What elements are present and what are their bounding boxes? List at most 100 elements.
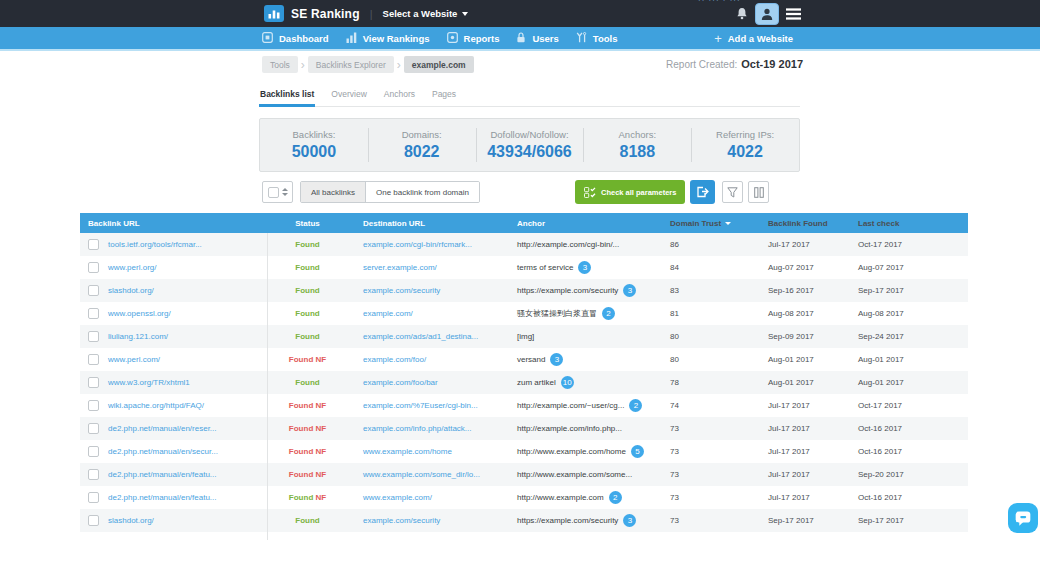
- anchor-count-badge: 3: [578, 261, 591, 274]
- backlink-found-date: Sep-16 2017: [760, 286, 850, 295]
- destination-url-link[interactable]: www.example.com/: [363, 493, 432, 502]
- col-status[interactable]: Status: [267, 219, 348, 228]
- breadcrumb-item[interactable]: example.com: [404, 56, 474, 73]
- last-check-date: Oct-17 2017: [850, 401, 968, 410]
- anchor-text: http://www.example.com: [517, 493, 604, 502]
- destination-url-link[interactable]: example.com/foo/: [363, 355, 426, 364]
- domain-trust-value: 74: [660, 401, 760, 410]
- clipped-topbar-text: ·· ··· · ···: [698, 0, 741, 5]
- row-checkbox[interactable]: [88, 285, 99, 296]
- nav-item-tools[interactable]: Tools: [576, 32, 618, 45]
- row-checkbox[interactable]: [88, 469, 99, 480]
- backlink-url-link[interactable]: www.w3.org/TR/xhtml1: [108, 378, 190, 387]
- export-button[interactable]: [690, 180, 715, 204]
- breadcrumb-item[interactable]: Backlinks Explorer: [308, 56, 394, 73]
- se-ranking-logo-icon: [264, 5, 284, 22]
- destination-url-link[interactable]: example.com/%7Euser/cgi-bin...: [363, 401, 478, 410]
- row-checkbox[interactable]: [88, 262, 99, 273]
- backlink-url-link[interactable]: de2.php.net/manual/en/featu...: [108, 493, 217, 502]
- backlink-url-link[interactable]: slashdot.org/: [108, 516, 154, 525]
- chat-button[interactable]: [1008, 503, 1038, 533]
- backlink-found-date: Aug-01 2017: [760, 355, 850, 364]
- col-destination-url[interactable]: Destination URL: [348, 219, 510, 228]
- backlink-url-link[interactable]: de2.php.net/manual/en/reser...: [108, 424, 217, 433]
- tab-overview[interactable]: Overview: [330, 84, 367, 107]
- backlink-url-link[interactable]: tools.ietf.org/tools/rfcmar...: [108, 240, 202, 249]
- destination-url-link[interactable]: server.example.com/: [363, 263, 437, 272]
- destination-url-link[interactable]: example.com/security: [363, 516, 440, 525]
- destination-url-link[interactable]: www.example.com/home: [363, 447, 452, 456]
- col-backlink-url[interactable]: Backlink URL: [80, 219, 267, 228]
- tab-backlinks-list[interactable]: Backlinks list: [259, 84, 315, 107]
- select-all-dropdown[interactable]: [262, 181, 293, 203]
- destination-url-link[interactable]: example.com/: [363, 309, 413, 318]
- destination-url-link[interactable]: example.com/security: [363, 286, 440, 295]
- last-check-date: Sep-17 2017: [850, 516, 968, 525]
- row-checkbox[interactable]: [88, 308, 99, 319]
- site-selector[interactable]: Select a Website: [383, 8, 469, 19]
- check-all-parameters-button[interactable]: Check all parameters: [575, 180, 685, 204]
- nav-item-reports[interactable]: Reports: [447, 32, 500, 45]
- destination-url-link[interactable]: example.com/cgi-bin/rfcmark...: [363, 240, 472, 249]
- col-anchor[interactable]: Anchor: [510, 219, 660, 228]
- backlink-url-link[interactable]: www.openssl.org/: [108, 309, 171, 318]
- tab-anchors[interactable]: Anchors: [383, 84, 416, 107]
- breadcrumb-separator: ›: [301, 59, 305, 71]
- menu-icon[interactable]: [786, 8, 801, 20]
- segment-button[interactable]: One backlink from domain: [365, 182, 479, 202]
- destination-url-link[interactable]: example.com/foo/bar: [363, 378, 438, 387]
- row-checkbox[interactable]: [88, 377, 99, 388]
- row-checkbox[interactable]: [88, 446, 99, 457]
- last-check-date: Sep-20 2017: [850, 470, 968, 479]
- domain-trust-value: 73: [660, 516, 760, 525]
- backlink-url-link[interactable]: slashdot.org/: [108, 286, 154, 295]
- columns-button[interactable]: [748, 181, 769, 203]
- breadcrumb-separator: ›: [397, 59, 401, 71]
- domain-trust-value: 73: [660, 493, 760, 502]
- backlink-url-link[interactable]: liuliang.121.com/: [108, 332, 168, 341]
- backlink-url-link[interactable]: de2.php.net/manual/en/featu...: [108, 470, 217, 479]
- tabs: Backlinks list Overview Anchors Pages: [259, 84, 800, 107]
- col-backlink-found[interactable]: Backlink Found: [760, 219, 850, 228]
- plus-icon: +: [714, 32, 722, 45]
- row-checkbox[interactable]: [88, 492, 99, 503]
- stat-block: Domains: 8022: [368, 119, 476, 171]
- destination-url-link[interactable]: example.com/ads/ad1_destina...: [363, 332, 478, 341]
- table-header: Backlink URL Status Destination URL Anch…: [80, 213, 968, 233]
- row-checkbox[interactable]: [88, 515, 99, 526]
- lock-icon: [516, 32, 526, 45]
- backlink-url-link[interactable]: www.perl.com/: [108, 355, 160, 364]
- select-all-checkbox[interactable]: [268, 187, 279, 198]
- stat-block: Dofollow/Nofollow: 43934/6066: [476, 119, 584, 171]
- row-checkbox[interactable]: [88, 354, 99, 365]
- backlink-url-link[interactable]: www.perl.org/: [108, 263, 156, 272]
- user-avatar-button[interactable]: [755, 3, 779, 25]
- row-checkbox[interactable]: [88, 423, 99, 434]
- table-row: wiki.apache.org/httpd/FAQ/ Found NF exam…: [80, 394, 968, 417]
- col-last-check[interactable]: Last check: [850, 219, 968, 228]
- status-cell: Found NF: [267, 470, 348, 479]
- nav-item-users[interactable]: Users: [516, 32, 558, 45]
- col-domain-trust[interactable]: Domain Trust: [660, 219, 760, 228]
- backlink-found-date: Jul-17 2017: [760, 470, 850, 479]
- backlink-url-link[interactable]: de2.php.net/manual/en/secur...: [108, 447, 218, 456]
- breadcrumb-item[interactable]: Tools: [262, 56, 298, 73]
- domain-trust-value: 83: [660, 286, 760, 295]
- backlink-url-link[interactable]: wiki.apache.org/httpd/FAQ/: [108, 401, 204, 410]
- tab-pages[interactable]: Pages: [431, 84, 457, 107]
- row-checkbox[interactable]: [88, 239, 99, 250]
- segment-button[interactable]: All backlinks: [301, 182, 365, 202]
- row-checkbox[interactable]: [88, 400, 99, 411]
- backlink-found-date: Jul-17 2017: [760, 447, 850, 456]
- anchor-text: http://www.example.com/some...: [517, 470, 632, 479]
- nav-item-view-rankings[interactable]: View Rankings: [346, 32, 430, 45]
- status-cell: Found NF: [267, 355, 348, 364]
- anchor-text: terms of service: [517, 263, 573, 272]
- row-checkbox[interactable]: [88, 331, 99, 342]
- bell-icon[interactable]: [736, 7, 748, 20]
- filter-button[interactable]: [722, 181, 743, 203]
- nav-item-dashboard[interactable]: Dashboard: [262, 32, 329, 45]
- destination-url-link[interactable]: example.com/info.php/attack...: [363, 424, 472, 433]
- add-website-button[interactable]: +Add a Website: [714, 27, 793, 49]
- destination-url-link[interactable]: www.example.com/some_dir/lo...: [363, 470, 480, 479]
